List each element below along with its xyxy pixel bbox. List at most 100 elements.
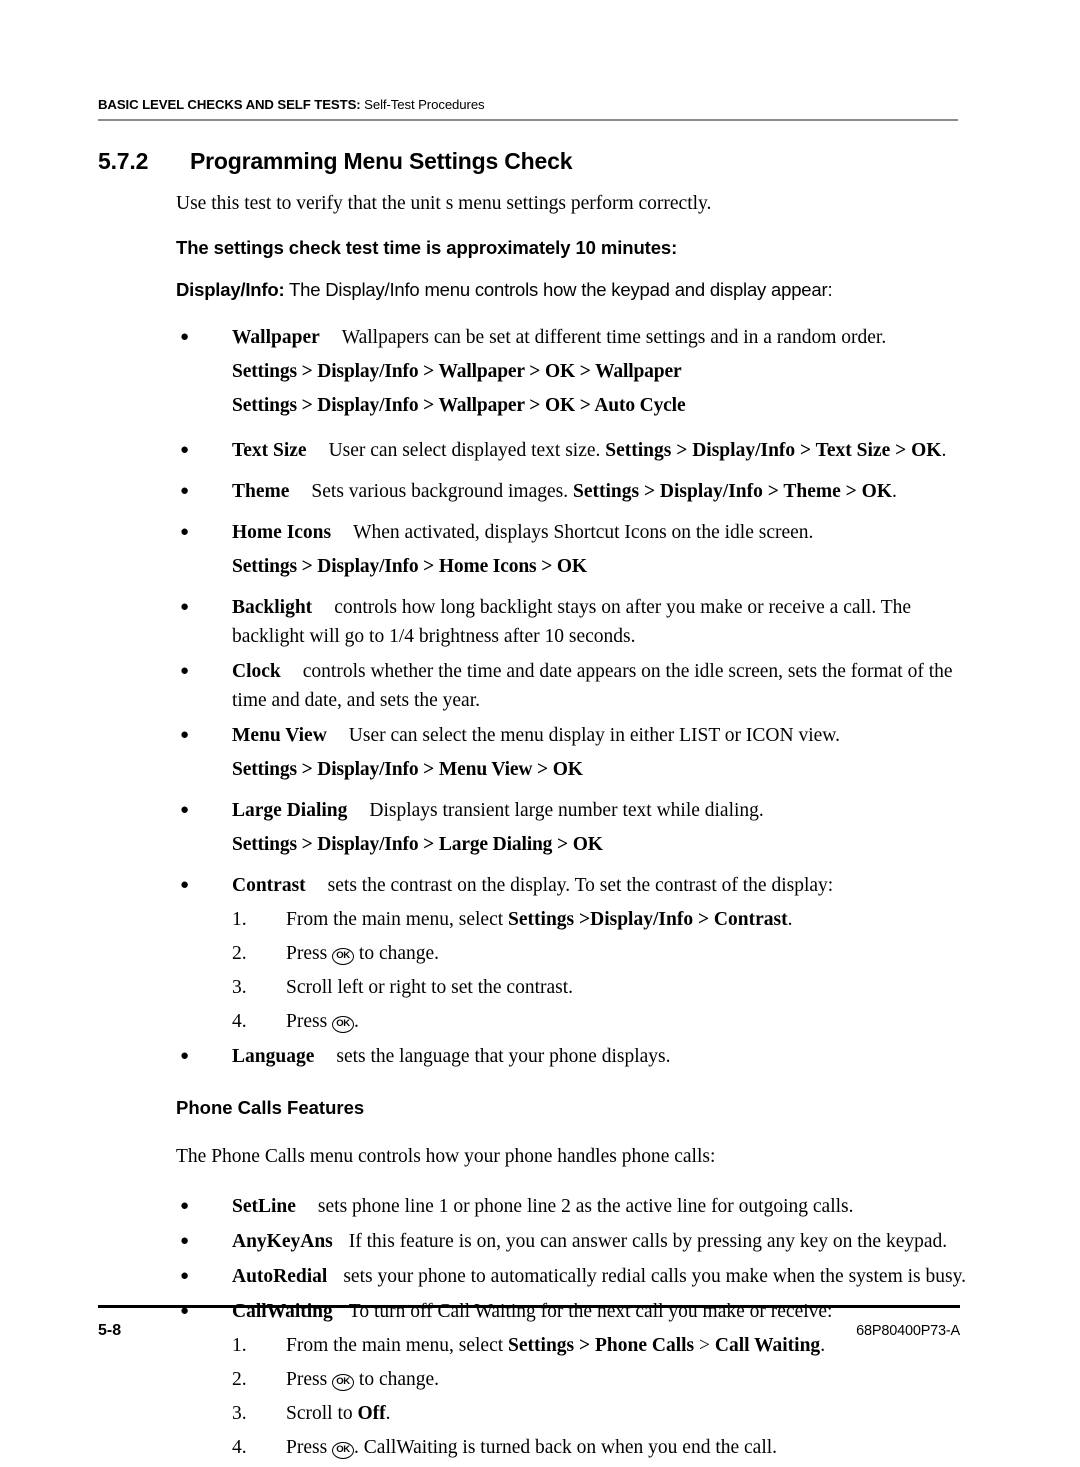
bullet-term: Text Size <box>232 440 307 461</box>
running-header: BASIC LEVEL CHECKS AND SELF TESTS: Self-… <box>98 97 958 122</box>
wallpaper-path-1: Settings > Display/Info > Wallpaper > OK… <box>232 361 682 382</box>
step-text-post: . <box>787 909 793 930</box>
bullet-desc: sets the language that your phone displa… <box>336 1046 671 1067</box>
large-dialing-path: Settings > Display/Info > Large Dialing … <box>232 834 603 855</box>
bullet-desc: Sets various background images. <box>311 481 573 502</box>
bullet-text-size: ● Text Size User can select displayed text… <box>176 436 966 465</box>
callwaiting-step-4: 4. Press OK. CallWaiting is turned back o… <box>176 1433 966 1462</box>
step-text-post: . CallWaiting is turned back on when you… <box>354 1437 778 1458</box>
bullet-dot-icon: ● <box>180 524 190 540</box>
step-number: 4. <box>232 1011 247 1032</box>
bullet-term: Large Dialing <box>232 800 348 821</box>
body-content: Use this test to verify that the unit s … <box>176 190 966 1467</box>
bullet-anykeyans: ● AnyKeyAns If this feature is on, you can… <box>176 1227 966 1256</box>
running-header-text: BASIC LEVEL CHECKS AND SELF TESTS: Self-… <box>98 97 958 113</box>
page-number: 5-8 <box>98 1321 122 1339</box>
ok-key-icon: OK <box>332 1442 355 1459</box>
header-divider <box>98 118 958 122</box>
bullet-language: ● Language sets the language that your pho… <box>176 1042 966 1071</box>
step-number: 3. <box>232 1403 247 1424</box>
bullet-term: SetLine <box>232 1196 296 1217</box>
bullet-dot-icon: ● <box>180 1268 190 1284</box>
step-number: 2. <box>232 1369 247 1390</box>
contrast-step-4: 4. Press OK. <box>176 1007 966 1036</box>
step-text-post: to change. <box>354 943 440 964</box>
bullet-autoredial: ● AutoRedial sets your phone to automatica… <box>176 1262 966 1291</box>
test-time-note: The settings check test time is approxim… <box>176 237 678 258</box>
bullet-term: Menu View <box>232 725 327 746</box>
bullet-desc: controls how long backlight stays on aft… <box>232 597 912 647</box>
bullet-clock: ● Clock controls whether the time and date… <box>176 657 966 715</box>
step-path: Settings >Display/Info > Contrast <box>508 909 788 930</box>
bullet-dot-icon: ● <box>180 1048 190 1064</box>
running-header-subsection: Self-Test Procedures <box>360 97 485 112</box>
page-footer: 5-8 68P80400P73-A <box>98 1305 960 1340</box>
step-text-pre: Scroll left or right to set the contrast… <box>286 977 574 998</box>
contrast-step-2: 2. Press OK to change. <box>176 939 966 968</box>
home-icons-path: Settings > Display/Info > Home Icons > O… <box>232 556 587 577</box>
section-heading: 5.7.2 Programming Menu Settings Check <box>98 148 573 175</box>
bullet-desc: sets your phone to automatically redial … <box>343 1266 966 1287</box>
display-info-label: Display/Info: <box>176 279 285 300</box>
ok-key-icon: OK <box>332 1374 355 1391</box>
document-page: BASIC LEVEL CHECKS AND SELF TESTS: Self-… <box>0 0 1080 1459</box>
bullet-desc: Displays transient large number text whi… <box>369 800 764 821</box>
bullet-term: Contrast <box>232 875 306 896</box>
callwaiting-step-2: 2. Press OK to change. <box>176 1365 966 1394</box>
wallpaper-path-2: Settings > Display/Info > Wallpaper > OK… <box>232 395 686 416</box>
contrast-step-3: 3. Scroll left or right to set the contra… <box>176 973 966 1002</box>
display-info-lead: Display/Info: The Display/Info menu cont… <box>176 277 966 303</box>
bullet-dot-icon: ● <box>180 599 190 615</box>
bullet-dot-icon: ● <box>180 442 190 458</box>
bullet-dot-icon: ● <box>180 802 190 818</box>
page-title: Programming Menu Settings Check <box>190 148 573 174</box>
running-header-section: BASIC LEVEL CHECKS AND SELF TESTS: <box>98 97 361 112</box>
bullet-term: Clock <box>232 661 281 682</box>
bullet-term: Backlight <box>232 597 313 618</box>
step-text-post: . <box>354 1011 359 1032</box>
bullet-desc: controls whether the time and date appea… <box>232 661 953 711</box>
bullet-dot-icon: ● <box>180 1198 190 1214</box>
bullet-term: Home Icons <box>232 522 332 543</box>
ok-key-icon: OK <box>332 948 355 965</box>
bullet-backlight: ● Backlight controls how long backlight st… <box>176 593 966 651</box>
bullet-home-icons: ● Home Icons When activated, displays Shor… <box>176 518 966 547</box>
step-number: 1. <box>232 909 247 930</box>
bullet-desc: If this feature is on, you can answer ca… <box>348 1231 948 1252</box>
footer-row: 5-8 68P80400P73-A <box>98 1322 960 1340</box>
bullet-large-dialing: ● Large Dialing Displays transient large n… <box>176 796 966 825</box>
step-text-pre: Scroll to <box>286 1403 358 1424</box>
bullet-contrast: ● Contrast sets the contrast on the displa… <box>176 871 966 900</box>
theme-path: Settings > Display/Info > Theme > OK <box>572 481 892 502</box>
step-text-pre: From the main menu, select <box>286 909 509 930</box>
bullet-desc: User can select displayed text size. <box>328 440 606 461</box>
bullet-dot-icon: ● <box>180 727 190 743</box>
bullet-dot-icon: ● <box>180 483 190 499</box>
bullet-menu-view: ● Menu View User can select the menu displ… <box>176 721 966 750</box>
step-text-post: to change. <box>354 1369 440 1390</box>
menu-view-path: Settings > Display/Info > Menu View > OK <box>232 759 583 780</box>
document-number: 68P80400P73-A <box>856 1322 960 1339</box>
ok-key-icon: OK <box>332 1016 355 1033</box>
bullet-desc: sets phone line 1 or phone line 2 as the… <box>317 1196 854 1217</box>
bullet-term: Language <box>232 1046 315 1067</box>
bullet-setline: ● SetLine sets phone line 1 or phone line … <box>176 1192 966 1221</box>
contrast-step-1: 1. From the main menu, select Settings >D… <box>176 905 966 934</box>
intro-paragraph: Use this test to verify that the unit s … <box>176 193 712 214</box>
bullet-desc: User can select the menu display in eith… <box>348 725 840 746</box>
bullet-theme: ● Theme Sets various background images. Se… <box>176 477 966 506</box>
bullet-desc: When activated, displays Shortcut Icons … <box>353 522 814 543</box>
text-size-path: Settings > Display/Info > Text Size > OK <box>605 440 942 461</box>
phone-calls-intro: The Phone Calls menu controls how your p… <box>176 1146 716 1167</box>
step-text-pre: Press <box>286 1437 333 1458</box>
bullet-term: AnyKeyAns <box>232 1231 333 1252</box>
bullet-term: Theme <box>232 481 290 502</box>
bullet-wallpaper: ● Wallpaper Wallpapers can be set at diffe… <box>176 323 966 352</box>
step-text-pre: Press <box>286 943 333 964</box>
step-value: Off <box>357 1403 386 1424</box>
display-info-lead-text: The Display/Info menu controls how the k… <box>284 279 833 300</box>
step-number: 2. <box>232 943 247 964</box>
step-text-pre: Press <box>286 1011 333 1032</box>
bullet-dot-icon: ● <box>180 1233 190 1249</box>
bullet-desc: sets the contrast on the display. To set… <box>327 875 834 896</box>
